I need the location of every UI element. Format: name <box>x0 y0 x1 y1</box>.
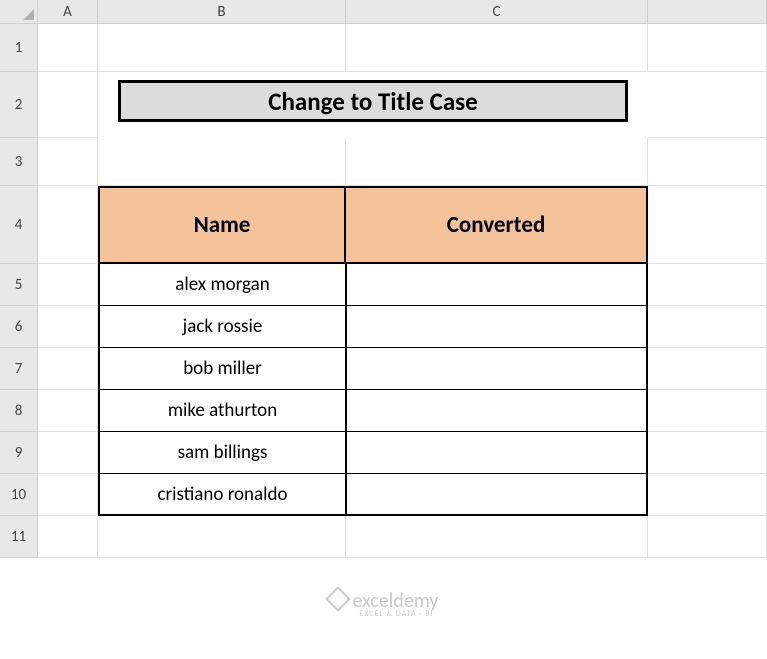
cell-d4[interactable] <box>648 186 767 264</box>
table-row[interactable] <box>346 264 648 306</box>
table-row[interactable] <box>346 306 648 348</box>
cell-a10[interactable] <box>38 474 98 516</box>
table-row[interactable] <box>346 390 648 432</box>
watermark: exceldemy EXCEL & DATA · BI <box>329 590 439 619</box>
watermark-sub: EXCEL & DATA · BI <box>355 610 439 619</box>
cell-d7[interactable] <box>648 348 767 390</box>
table-header-name[interactable]: Name <box>98 186 346 264</box>
col-header-c[interactable]: C <box>346 0 648 24</box>
table-row[interactable]: alex morgan <box>98 264 346 306</box>
title-cell[interactable]: Change to Title Case <box>98 72 648 138</box>
cell-d3[interactable] <box>648 138 767 186</box>
table-row[interactable] <box>346 432 648 474</box>
cell-c1[interactable] <box>346 24 648 72</box>
watermark-main: exceldemy <box>353 589 439 613</box>
cell-a1[interactable] <box>38 24 98 72</box>
table-row[interactable]: bob miller <box>98 348 346 390</box>
cell-b11[interactable] <box>98 516 346 558</box>
cell-c11[interactable] <box>346 516 648 558</box>
cell-d1[interactable] <box>648 24 767 72</box>
row-header-6[interactable]: 6 <box>0 306 38 348</box>
cell-c3[interactable] <box>346 138 648 186</box>
cell-a6[interactable] <box>38 306 98 348</box>
row-header-8[interactable]: 8 <box>0 390 38 432</box>
cell-d11[interactable] <box>648 516 767 558</box>
row-header-4[interactable]: 4 <box>0 186 38 264</box>
watermark-icon <box>325 586 350 611</box>
cell-d9[interactable] <box>648 432 767 474</box>
row-header-10[interactable]: 10 <box>0 474 38 516</box>
cell-d5[interactable] <box>648 264 767 306</box>
table-row[interactable]: jack rossie <box>98 306 346 348</box>
col-header-blank[interactable] <box>648 0 767 24</box>
select-all-corner[interactable] <box>0 0 38 24</box>
cell-d8[interactable] <box>648 390 767 432</box>
table-row[interactable] <box>346 474 648 516</box>
row-header-7[interactable]: 7 <box>0 348 38 390</box>
col-header-b[interactable]: B <box>98 0 346 24</box>
page-title: Change to Title Case <box>118 80 628 122</box>
cell-d2[interactable] <box>648 72 767 138</box>
cell-b3[interactable] <box>98 138 346 186</box>
row-header-1[interactable]: 1 <box>0 24 38 72</box>
table-header-converted[interactable]: Converted <box>346 186 648 264</box>
table-row[interactable]: mike athurton <box>98 390 346 432</box>
row-header-2[interactable]: 2 <box>0 72 38 138</box>
table-row[interactable]: cristiano ronaldo <box>98 474 346 516</box>
spreadsheet-grid: A B C 1 2 Change to Title Case 3 4 Name … <box>0 0 767 558</box>
row-header-3[interactable]: 3 <box>0 138 38 186</box>
cell-a2[interactable] <box>38 72 98 138</box>
cell-d6[interactable] <box>648 306 767 348</box>
col-header-a[interactable]: A <box>38 0 98 24</box>
cell-a3[interactable] <box>38 138 98 186</box>
cell-d10[interactable] <box>648 474 767 516</box>
cell-a5[interactable] <box>38 264 98 306</box>
row-header-5[interactable]: 5 <box>0 264 38 306</box>
table-row[interactable] <box>346 348 648 390</box>
cell-a11[interactable] <box>38 516 98 558</box>
cell-a9[interactable] <box>38 432 98 474</box>
row-header-11[interactable]: 11 <box>0 516 38 558</box>
cell-a7[interactable] <box>38 348 98 390</box>
cell-a8[interactable] <box>38 390 98 432</box>
cell-b1[interactable] <box>98 24 346 72</box>
table-row[interactable]: sam billings <box>98 432 346 474</box>
cell-a4[interactable] <box>38 186 98 264</box>
row-header-9[interactable]: 9 <box>0 432 38 474</box>
